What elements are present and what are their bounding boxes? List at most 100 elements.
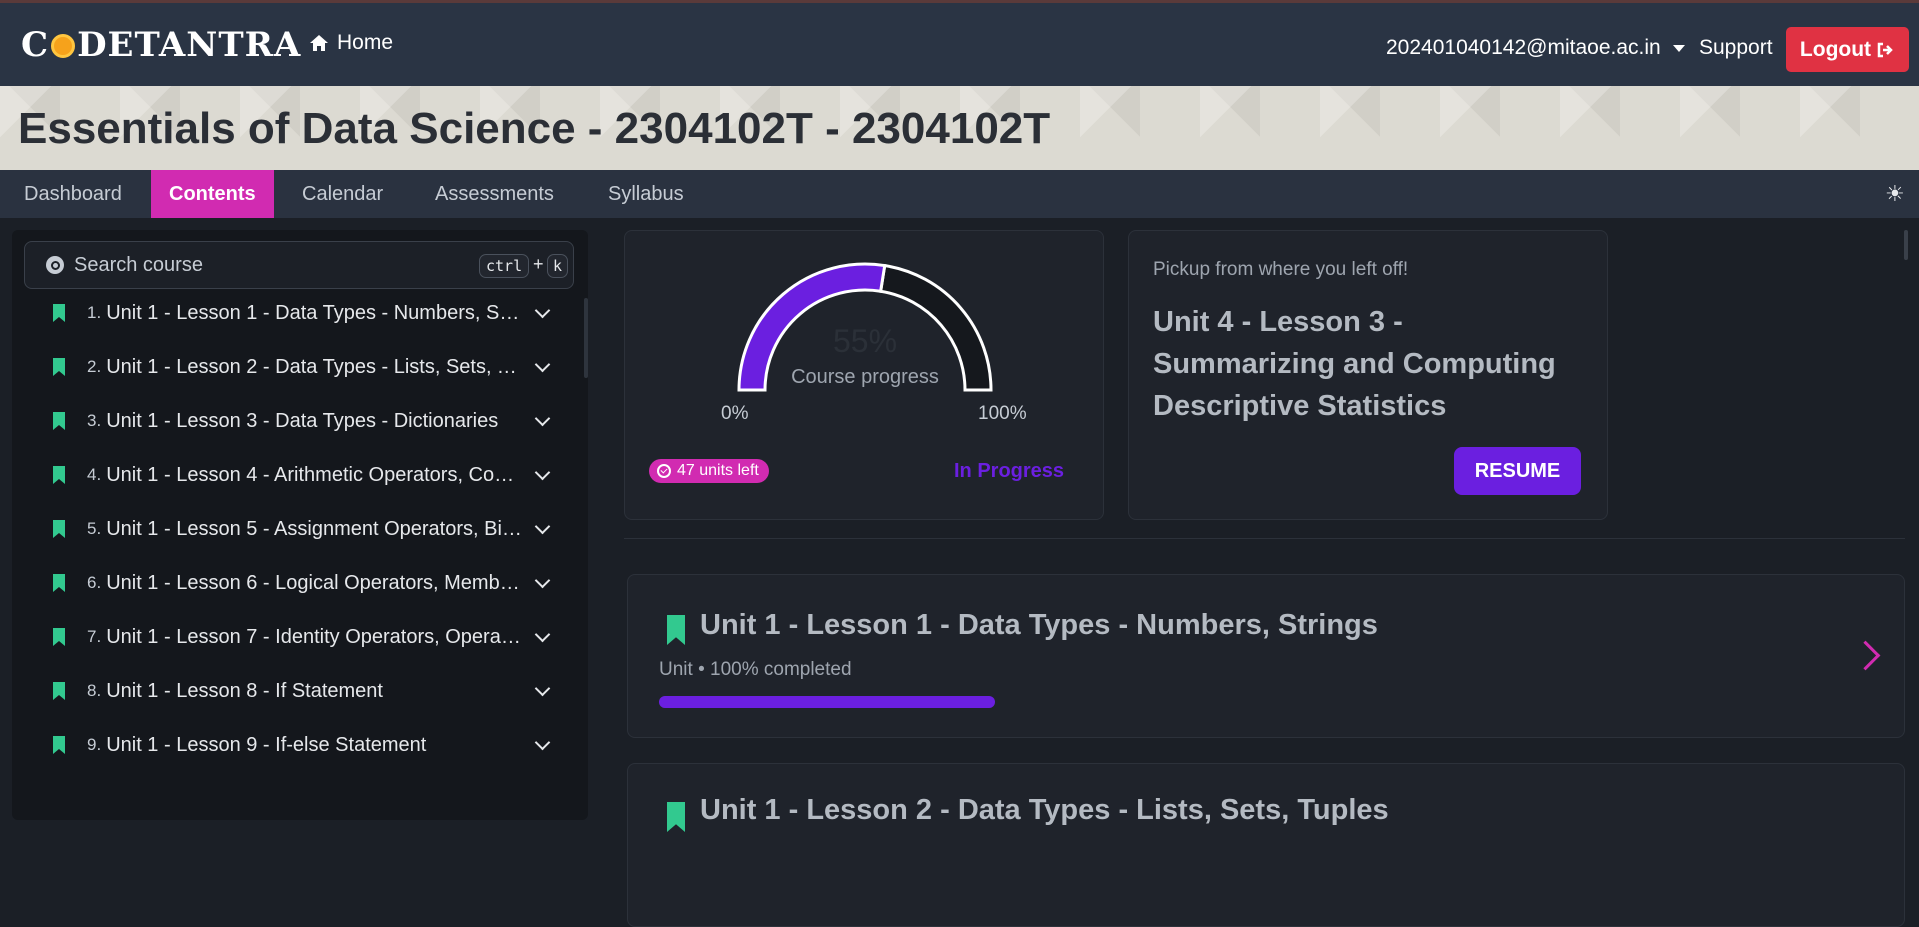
- sun-logo-icon: [51, 34, 76, 58]
- course-title: Essentials of Data Science - 2304102T - …: [18, 104, 1051, 153]
- home-link[interactable]: Home: [309, 31, 393, 55]
- sidebar-lesson-item[interactable]: 7. Unit 1 - Lesson 7 - Identity Operators…: [40, 610, 560, 664]
- sidebar-lesson-item[interactable]: 2. Unit 1 - Lesson 2 - Data Types - Lists…: [40, 340, 560, 394]
- logo-text: DETANTRA: [77, 25, 302, 65]
- resume-card: Pickup from where you left off! Unit 4 -…: [1128, 230, 1608, 520]
- chevron-down-icon[interactable]: [534, 356, 551, 372]
- resume-button[interactable]: RESUME: [1454, 447, 1581, 495]
- chevron-down-icon[interactable]: [534, 626, 551, 642]
- lesson-title: Unit 1 - Lesson 8 - If Statement: [106, 679, 383, 702]
- lesson-number: 2.: [87, 357, 102, 376]
- course-tabs: Dashboard Contents Calendar Assessments …: [0, 170, 1919, 218]
- bookmark-icon: [53, 520, 65, 538]
- bookmark-icon: [53, 574, 65, 592]
- course-banner: Essentials of Data Science - 2304102T - …: [0, 86, 1919, 170]
- bookmark-icon: [667, 802, 685, 832]
- sidebar-lesson-item[interactable]: 9. Unit 1 - Lesson 9 - If-else Statement: [40, 718, 560, 772]
- units-left-text: 47 units left: [677, 462, 759, 479]
- course-progress-card: 55% Course progress 0% 100% 47 units lef…: [624, 230, 1104, 520]
- tab-contents[interactable]: Contents: [151, 170, 274, 218]
- tab-assessments[interactable]: Assessments: [417, 170, 572, 218]
- shortcut-key-k: k: [547, 254, 569, 278]
- unit-progress-bar: [659, 696, 995, 708]
- shortcut-key-ctrl: ctrl: [479, 254, 530, 278]
- tab-syllabus[interactable]: Syllabus: [590, 170, 702, 218]
- lesson-title: Unit 1 - Lesson 4 - Arithmetic Operators…: [106, 463, 523, 486]
- logout-button[interactable]: Logout: [1786, 27, 1909, 72]
- chevron-down-icon[interactable]: [534, 680, 551, 696]
- bookmark-icon: [53, 682, 65, 700]
- chevron-down-icon[interactable]: [534, 518, 551, 534]
- section-divider: [624, 538, 1905, 539]
- chevron-down-icon[interactable]: [534, 410, 551, 426]
- bookmark-icon: [53, 628, 65, 646]
- bookmark-icon: [53, 304, 65, 322]
- sidebar-lesson-item[interactable]: 3. Unit 1 - Lesson 3 - Data Types - Dicti…: [40, 394, 560, 448]
- bookmark-icon: [53, 736, 65, 754]
- chevron-down-icon[interactable]: [534, 734, 551, 750]
- caret-down-icon: [1672, 44, 1685, 52]
- progress-status: In Progress: [954, 460, 1065, 482]
- sidebar-scrollbar[interactable]: [584, 298, 588, 378]
- sun-icon[interactable]: ☀: [1885, 181, 1905, 207]
- bookmark-icon: [53, 358, 65, 376]
- unit-card[interactable]: Unit 1 - Lesson 1 - Data Types - Numbers…: [627, 574, 1905, 738]
- lesson-title: Unit 1 - Lesson 2 - Data Types - Lists, …: [106, 355, 524, 378]
- resume-lesson-title: Unit 4 - Lesson 3 - Summarizing and Comp…: [1153, 306, 1556, 422]
- support-link[interactable]: Support: [1699, 36, 1773, 60]
- unit-title: Unit 1 - Lesson 2 - Data Types - Lists, …: [700, 794, 1389, 826]
- tab-calendar[interactable]: Calendar: [284, 170, 401, 218]
- unit-progress-fill: [659, 696, 995, 708]
- lesson-number: 9.: [87, 735, 102, 754]
- sidebar-lesson-item[interactable]: 4. Unit 1 - Lesson 4 - Arithmetic Operato…: [40, 448, 560, 502]
- sidebar-lesson-item[interactable]: 6. Unit 1 - Lesson 6 - Logical Operators,…: [40, 556, 560, 610]
- progress-percent: 55%: [832, 323, 898, 359]
- lesson-number: 1.: [87, 303, 102, 322]
- chevron-right-icon[interactable]: [1850, 640, 1881, 671]
- lesson-title: Unit 1 - Lesson 6 - Logical Operators, M…: [106, 571, 523, 594]
- units-left-badge: 47 units left: [649, 459, 769, 483]
- lesson-title: Unit 1 - Lesson 9 - If-else Statement: [106, 733, 427, 756]
- sidebar-lesson-item[interactable]: 8. Unit 1 - Lesson 8 - If Statement: [40, 664, 560, 718]
- bookmark-icon: [53, 466, 65, 484]
- lesson-title: Unit 1 - Lesson 1 - Data Types - Numbers…: [106, 301, 524, 324]
- course-sidebar: Search course ctrl + k 1. Unit 1 - Lesson…: [12, 230, 588, 820]
- lesson-title: Unit 1 - Lesson 7 - Identity Operators, …: [106, 625, 524, 648]
- lesson-number: 3.: [87, 411, 102, 430]
- pickup-text: Pickup from where you left off!: [1153, 259, 1409, 280]
- chevron-down-icon[interactable]: [534, 302, 551, 318]
- lesson-number: 4.: [87, 465, 102, 484]
- top-navbar: C DETANTRA Home 202401040142@mitaoe.ac.in…: [0, 0, 1919, 86]
- progress-label: Course progress: [791, 366, 939, 388]
- lesson-title: Unit 1 - Lesson 5 - Assignment Operators…: [106, 517, 523, 540]
- lesson-title: Unit 1 - Lesson 3 - Data Types - Diction…: [106, 409, 499, 432]
- home-icon: [310, 35, 328, 51]
- unit-title: Unit 1 - Lesson 1 - Data Types - Numbers…: [700, 609, 1378, 641]
- unit-meta: Unit • 100% completed: [659, 659, 852, 680]
- search-input[interactable]: Search course ctrl + k: [24, 241, 574, 289]
- logo-letter: C: [21, 25, 50, 65]
- lesson-number: 6.: [87, 573, 102, 592]
- bookmark-icon: [667, 615, 685, 645]
- main-scrollbar[interactable]: [1904, 230, 1908, 260]
- shortcut-plus: +: [533, 254, 544, 274]
- user-email: 202401040142@mitaoe.ac.in: [1386, 36, 1661, 59]
- user-menu-dropdown[interactable]: 202401040142@mitaoe.ac.in: [1386, 36, 1685, 60]
- home-label: Home: [337, 31, 394, 54]
- sidebar-lesson-item[interactable]: 5. Unit 1 - Lesson 5 - Assignment Operato…: [40, 502, 560, 556]
- chevron-down-icon[interactable]: [534, 572, 551, 588]
- logout-label: Logout: [1799, 37, 1872, 61]
- lesson-number: 5.: [87, 519, 102, 538]
- tab-dashboard[interactable]: Dashboard: [6, 170, 140, 218]
- chevron-down-icon[interactable]: [534, 464, 551, 480]
- gauge-min-label: 0%: [721, 403, 749, 424]
- sidebar-lesson-item[interactable]: 1. Unit 1 - Lesson 1 - Data Types - Numbe…: [40, 286, 560, 340]
- unit-card[interactable]: Unit 1 - Lesson 2 - Data Types - Lists, …: [627, 763, 1905, 927]
- lesson-number: 8.: [87, 681, 102, 700]
- gauge-max-label: 100%: [978, 403, 1027, 424]
- sign-out-icon: [1877, 42, 1893, 57]
- search-icon: [46, 256, 64, 274]
- codetantra-logo[interactable]: C DETANTRA: [21, 23, 301, 67]
- check-circle-icon: [657, 464, 671, 478]
- bookmark-icon: [53, 412, 65, 430]
